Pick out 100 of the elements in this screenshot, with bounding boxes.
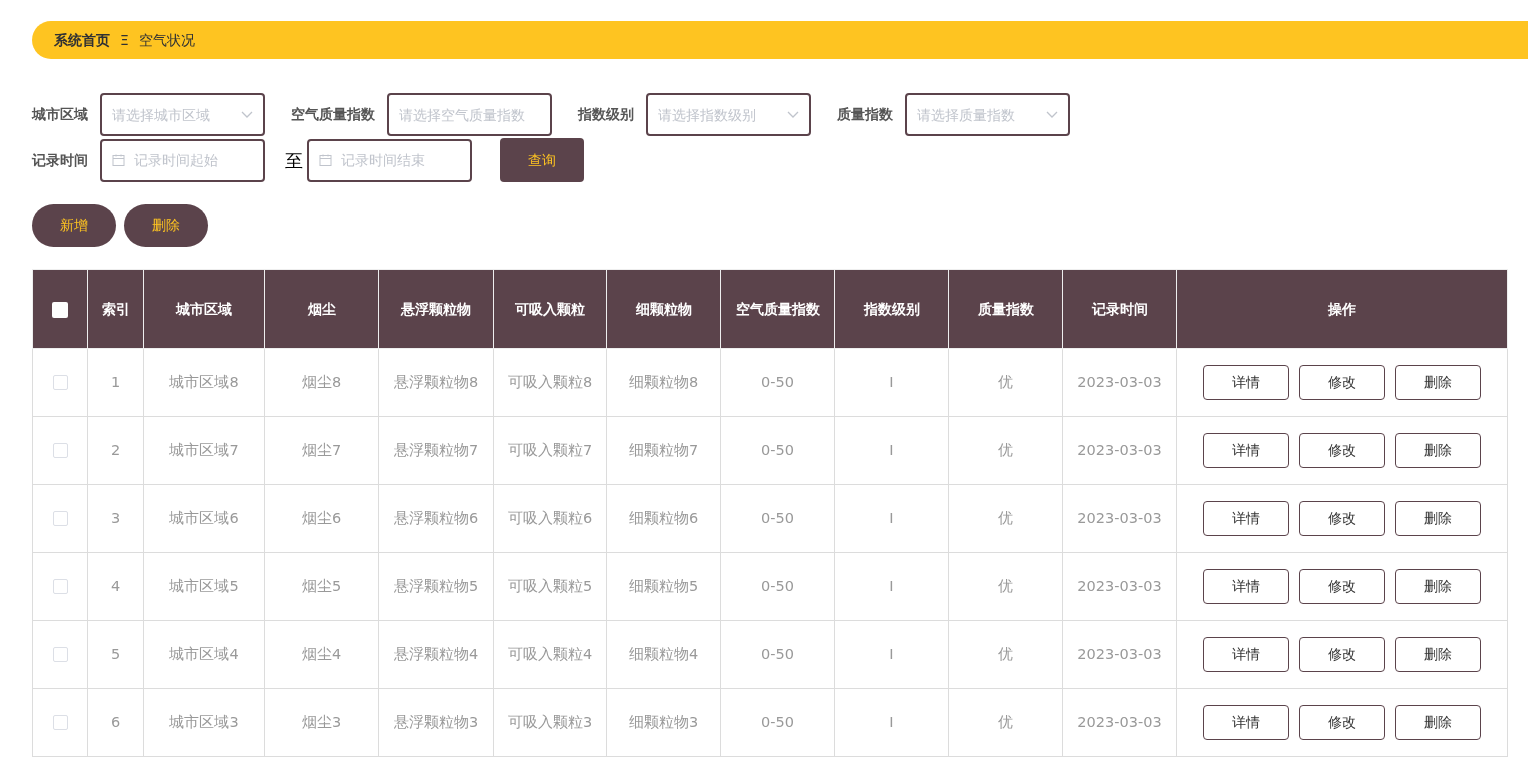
table-cell: 2023-03-03 — [1062, 348, 1177, 417]
details-button[interactable]: 详情 — [1203, 569, 1289, 604]
table-cell: 2023-03-03 — [1062, 552, 1177, 621]
delete-button[interactable]: 删除 — [1395, 705, 1481, 740]
table-cell: I — [834, 348, 949, 417]
row-checkbox[interactable] — [52, 579, 68, 595]
table-cell: I — [834, 416, 949, 485]
column-header: 可吸入颗粒 — [493, 269, 607, 349]
edit-button[interactable]: 修改 — [1299, 705, 1385, 740]
table-cell: 优 — [948, 416, 1063, 485]
edit-button[interactable]: 修改 — [1299, 365, 1385, 400]
row-checkbox[interactable] — [52, 511, 68, 527]
table-cell: 悬浮颗粒物3 — [378, 688, 494, 757]
table-cell: 4 — [87, 552, 144, 621]
table-cell: 烟尘3 — [264, 688, 379, 757]
delete-button[interactable]: 删除 — [124, 204, 208, 247]
table-cell: 1 — [87, 348, 144, 417]
table-cell: 细颗粒物5 — [606, 552, 721, 621]
table-cell: 可吸入颗粒6 — [493, 484, 607, 553]
table-cell: 悬浮颗粒物5 — [378, 552, 494, 621]
breadcrumb-link[interactable]: 系统首页 — [54, 29, 110, 51]
table-cell: 细颗粒物7 — [606, 416, 721, 485]
details-button[interactable]: 详情 — [1203, 705, 1289, 740]
column-header: 操作 — [1176, 269, 1508, 349]
filter-label: 指数级别 — [578, 105, 634, 124]
table-cell: 悬浮颗粒物4 — [378, 620, 494, 689]
table-cell: 城市区域5 — [143, 552, 265, 621]
column-header: 空气质量指数 — [720, 269, 835, 349]
table-cell: 3 — [87, 484, 144, 553]
column-header: 悬浮颗粒物 — [378, 269, 494, 349]
edit-button[interactable]: 修改 — [1299, 637, 1385, 672]
chevron-down-icon — [241, 110, 253, 119]
edit-button[interactable]: 修改 — [1299, 501, 1385, 536]
delete-button[interactable]: 删除 — [1395, 433, 1481, 468]
table-cell: 细颗粒物6 — [606, 484, 721, 553]
table-cell: 烟尘5 — [264, 552, 379, 621]
delete-button[interactable]: 删除 — [1395, 501, 1481, 536]
table-cell: 城市区域4 — [143, 620, 265, 689]
details-button[interactable]: 详情 — [1203, 637, 1289, 672]
breadcrumb-current: 空气状况 — [138, 30, 195, 50]
table-cell: 优 — [948, 688, 1063, 757]
column-header: 城市区域 — [143, 269, 265, 349]
calendar-icon — [319, 153, 332, 167]
table-cell: I — [834, 552, 949, 621]
input-field[interactable]: 请选择空气质量指数 — [387, 93, 552, 136]
select-field[interactable]: 请选择指数级别 — [646, 93, 811, 136]
table-cell: 0-50 — [720, 688, 835, 757]
breadcrumb-separator: Ξ — [120, 30, 129, 50]
table-cell: 2023-03-03 — [1062, 416, 1177, 485]
table-cell: 0-50 — [720, 348, 835, 417]
range-separator: 至 — [285, 148, 303, 173]
filter-label: 记录时间 — [32, 150, 88, 170]
chevron-down-icon — [787, 110, 799, 119]
column-header: 记录时间 — [1062, 269, 1177, 349]
delete-button[interactable]: 删除 — [1395, 637, 1481, 672]
table-cell: I — [834, 688, 949, 757]
table-cell: 0-50 — [720, 484, 835, 553]
row-checkbox[interactable] — [52, 715, 68, 731]
table-cell: 可吸入颗粒7 — [493, 416, 607, 485]
date-field[interactable]: 记录时间结束 — [307, 138, 472, 182]
select-field[interactable]: 请选择质量指数 — [905, 93, 1070, 136]
table-cell: 6 — [87, 688, 144, 757]
table-cell: 悬浮颗粒物6 — [378, 484, 494, 553]
table-cell: I — [834, 484, 949, 553]
delete-button[interactable]: 删除 — [1395, 569, 1481, 604]
add-button[interactable]: 新增 — [32, 204, 116, 247]
table-cell: 细颗粒物3 — [606, 688, 721, 757]
select-field[interactable]: 请选择城市区域 — [100, 93, 265, 136]
table-cell: 烟尘6 — [264, 484, 379, 553]
table-cell: 0-50 — [720, 620, 835, 689]
chevron-down-icon — [1046, 110, 1058, 119]
table-cell: 烟尘4 — [264, 620, 379, 689]
table-cell: 细颗粒物4 — [606, 620, 721, 689]
details-button[interactable]: 详情 — [1203, 433, 1289, 468]
details-button[interactable]: 详情 — [1203, 365, 1289, 400]
row-checkbox[interactable] — [52, 375, 68, 391]
row-checkbox[interactable] — [52, 443, 68, 459]
filter-label: 空气质量指数 — [291, 105, 375, 124]
table-cell: 城市区域3 — [143, 688, 265, 757]
delete-button[interactable]: 删除 — [1395, 365, 1481, 400]
table-cell: 优 — [948, 348, 1063, 417]
table-cell: 可吸入颗粒4 — [493, 620, 607, 689]
table-cell: 5 — [87, 620, 144, 689]
table-cell: 细颗粒物8 — [606, 348, 721, 417]
edit-button[interactable]: 修改 — [1299, 569, 1385, 604]
filter-label: 城市区域 — [32, 105, 88, 124]
column-header: 指数级别 — [834, 269, 949, 349]
table-cell: 悬浮颗粒物7 — [378, 416, 494, 485]
date-field[interactable]: 记录时间起始 — [100, 138, 265, 182]
column-header: 质量指数 — [948, 269, 1063, 349]
row-checkbox[interactable] — [52, 647, 68, 663]
select-all-checkbox[interactable] — [52, 301, 68, 318]
edit-button[interactable]: 修改 — [1299, 433, 1385, 468]
search-button[interactable]: 查询 — [500, 138, 584, 182]
table-cell: 优 — [948, 620, 1063, 689]
table-cell: 悬浮颗粒物8 — [378, 348, 494, 417]
table-cell: 2023-03-03 — [1062, 620, 1177, 689]
details-button[interactable]: 详情 — [1203, 501, 1289, 536]
table-cell: 0-50 — [720, 416, 835, 485]
table-cell: 0-50 — [720, 552, 835, 621]
